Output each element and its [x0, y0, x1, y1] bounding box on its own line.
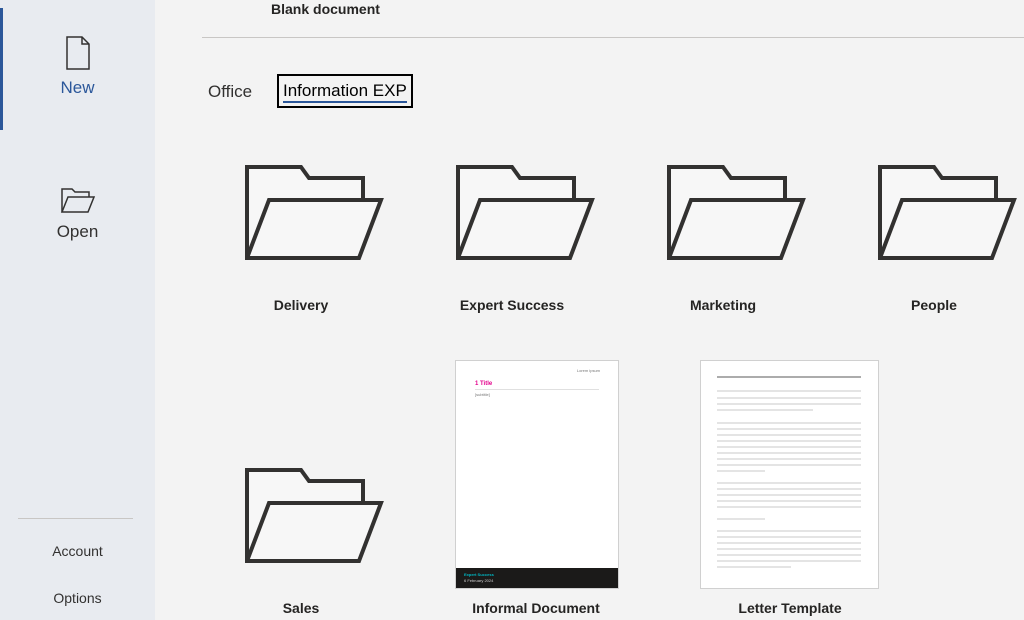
preview-footer-date: 6 February 2024 [464, 578, 494, 583]
template-folder-sales[interactable]: Sales [211, 463, 391, 620]
preview-heading: 1 Title [475, 381, 493, 387]
folder-icon [245, 165, 384, 260]
template-label: Letter Template [738, 600, 842, 616]
nav-open-button[interactable]: Open [0, 180, 155, 260]
blank-document-label[interactable]: Blank document [271, 1, 380, 17]
template-informal-document[interactable]: Lorem ipsum 1 Title [subtitle] Expert Su… [443, 360, 623, 620]
template-label: Informal Document [472, 600, 600, 616]
open-folder-icon [60, 188, 95, 213]
account-link[interactable]: Account [0, 543, 155, 559]
sidebar-divider [18, 518, 133, 519]
new-document-icon [65, 36, 90, 70]
document-thumbnail: Lorem ipsum 1 Title [subtitle] Expert Su… [455, 360, 619, 589]
template-folder-marketing[interactable]: Marketing [633, 160, 813, 320]
nav-open-label: Open [56, 222, 99, 241]
letter-lines-preview [717, 376, 861, 568]
template-label: Marketing [689, 297, 757, 313]
folder-icon [245, 468, 384, 563]
folder-icon [456, 165, 595, 260]
main-content: Blank document Office Information EXP De… [155, 0, 1024, 620]
section-divider [202, 37, 1024, 38]
preview-subtext: [subtitle] [475, 392, 490, 397]
preview-footer-title: Expert Success [464, 572, 494, 577]
nav-new-button[interactable]: New [0, 28, 155, 114]
preview-corner-text: Lorem ipsum [576, 368, 600, 373]
options-link[interactable]: Options [0, 590, 155, 606]
template-label: Expert Success [459, 297, 565, 313]
tab-information-exp[interactable]: Information EXP [277, 74, 413, 108]
folder-icon [667, 165, 806, 260]
preview-rule [475, 389, 599, 390]
template-letter[interactable]: Letter Template [695, 360, 879, 620]
preview-footer: Expert Success 6 February 2024 [456, 568, 618, 588]
template-label: Delivery [273, 297, 329, 313]
folder-icon [878, 165, 1017, 260]
template-folder-expert-success[interactable]: Expert Success [422, 160, 602, 320]
tab-office[interactable]: Office [208, 82, 252, 102]
tab-information-exp-label: Information EXP [283, 81, 407, 100]
nav-new-label: New [60, 78, 95, 97]
template-label: People [911, 297, 957, 313]
template-label: Sales [282, 600, 320, 616]
backstage-sidebar: New Open Account Options [0, 0, 155, 620]
tab-selected-underline [283, 101, 407, 103]
template-folder-people[interactable]: People [844, 160, 1024, 320]
template-folder-delivery[interactable]: Delivery [211, 160, 391, 320]
document-thumbnail [700, 360, 879, 589]
